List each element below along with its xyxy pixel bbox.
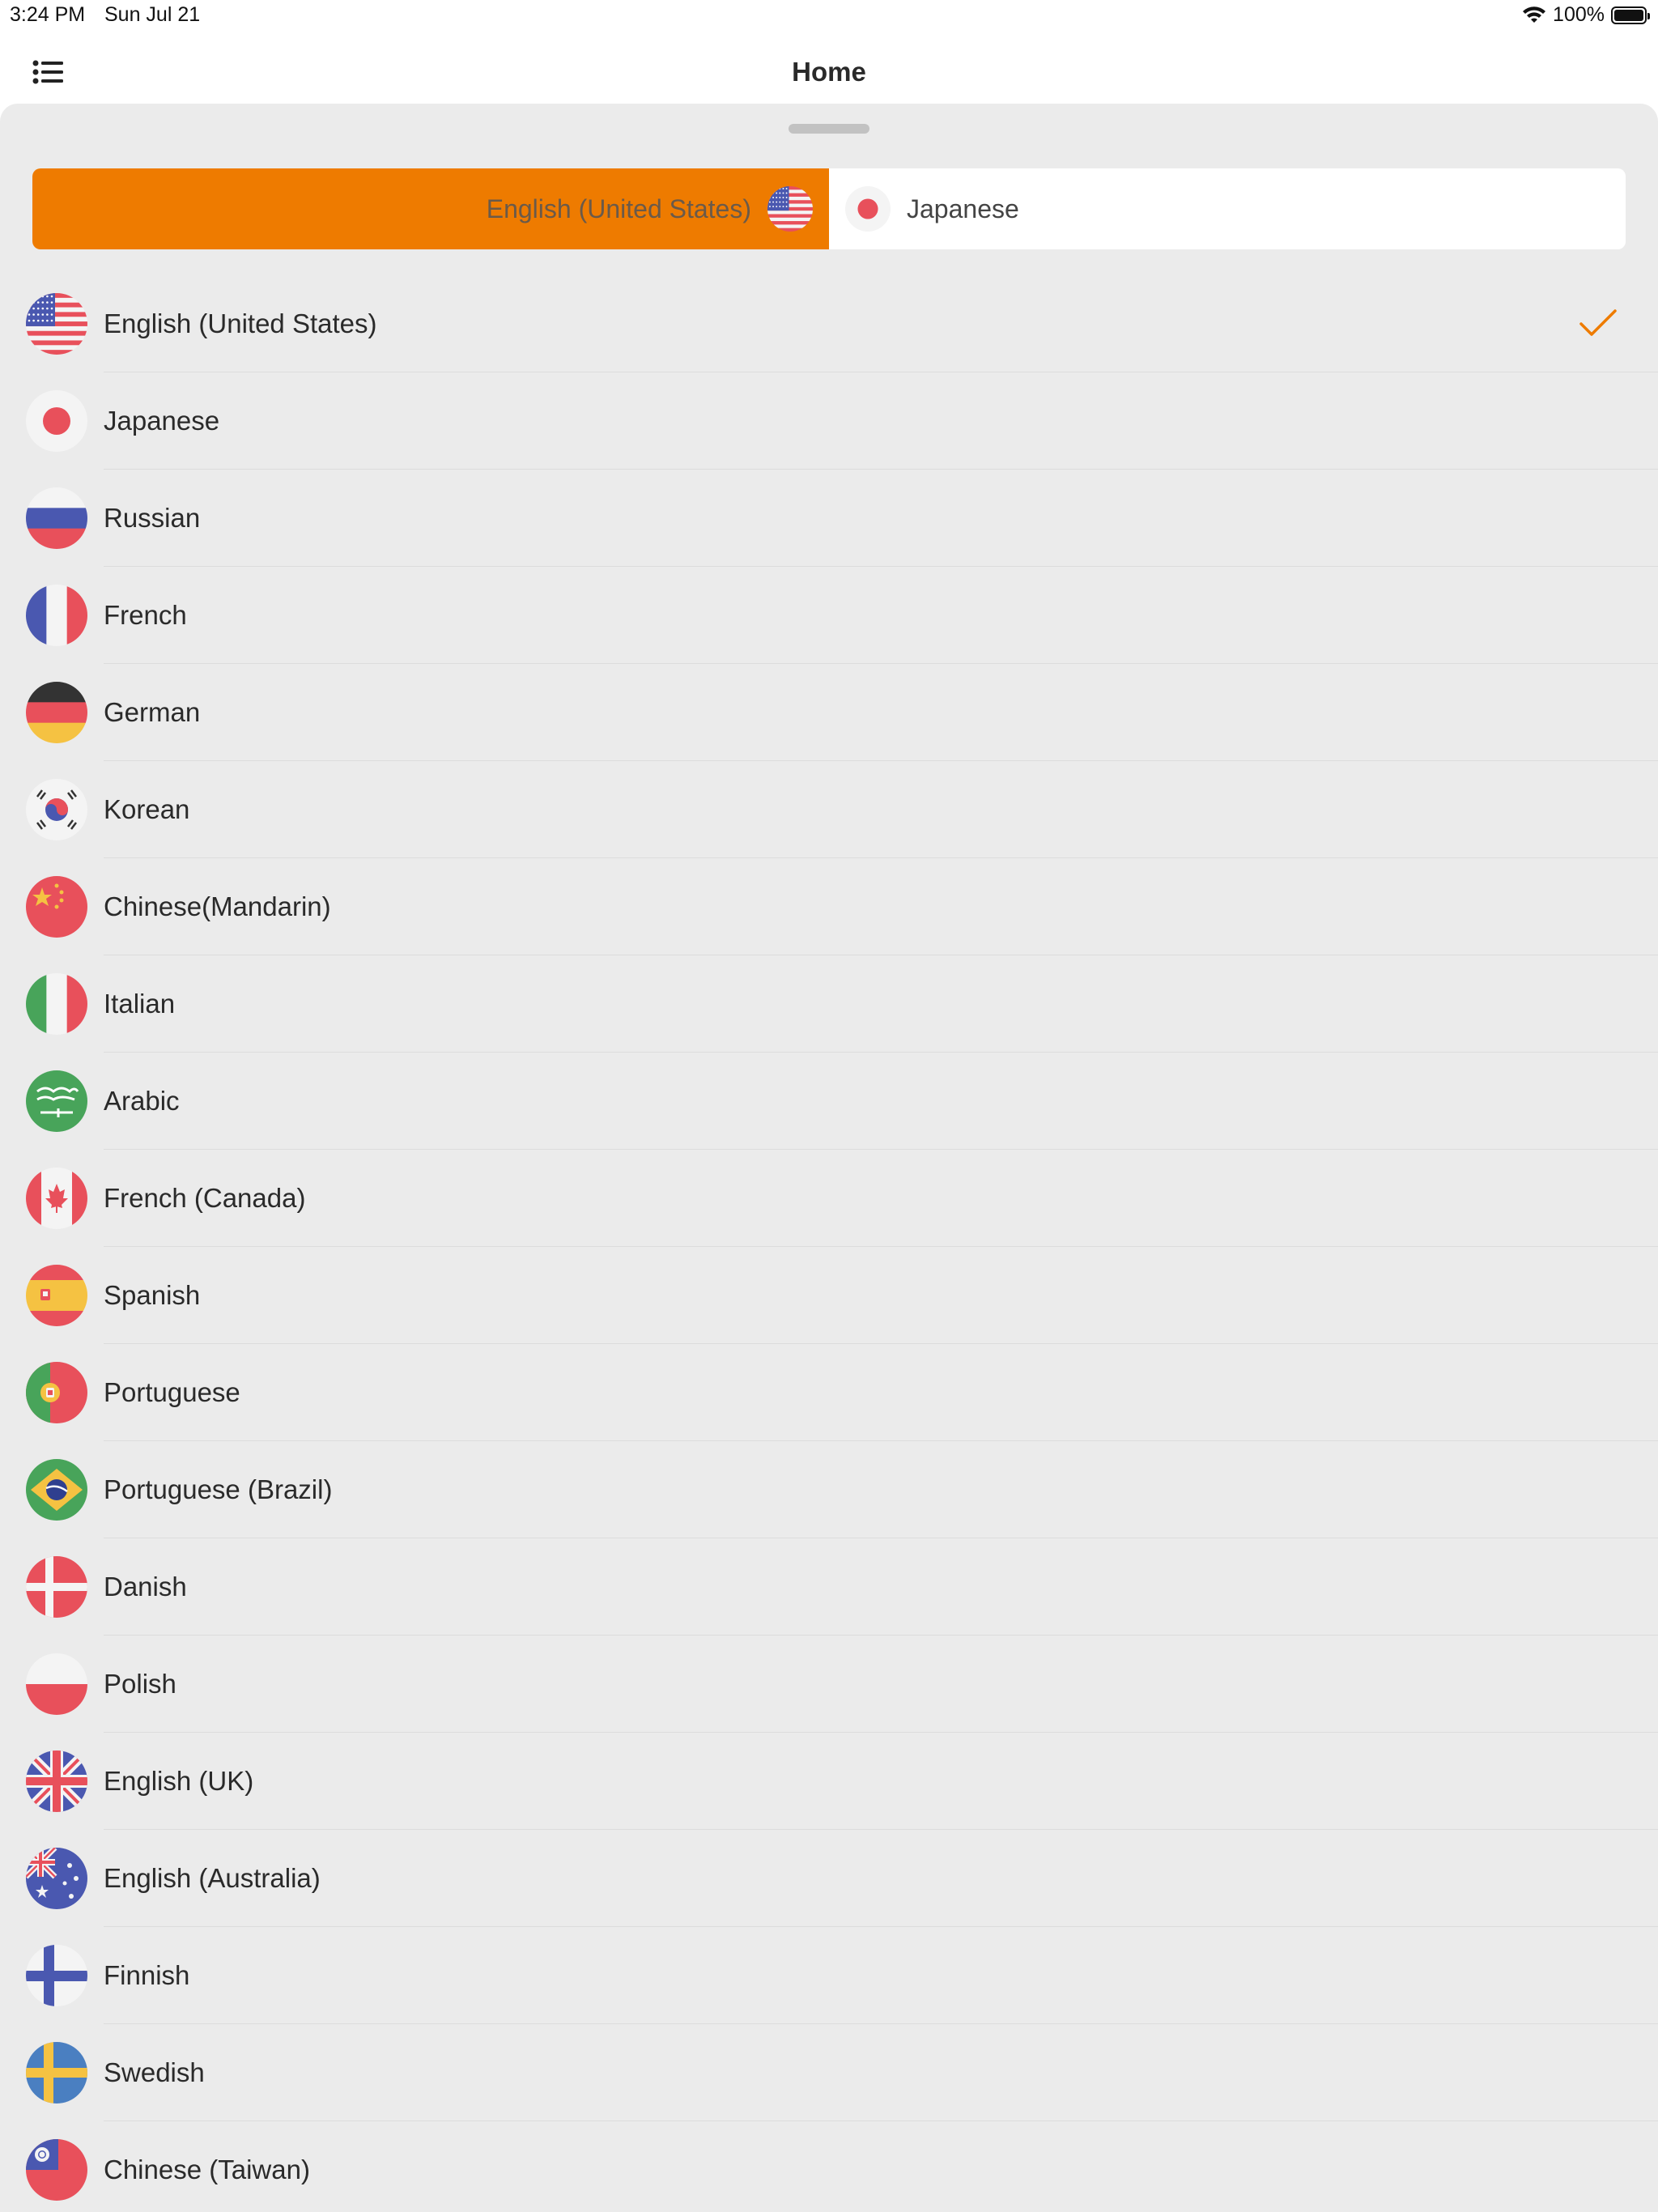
au-flag-icon [26,1848,87,1909]
language-label: Finnish [104,1960,190,1990]
gb-flag-icon [26,1750,87,1812]
status-date: Sun Jul 21 [104,3,201,26]
language-row[interactable]: English (United States) [0,275,1658,372]
target-language-label: Japanese [907,194,1019,223]
wifi-icon [1523,6,1546,23]
language-label: English (United States) [104,308,377,338]
language-row[interactable]: Polish [0,1636,1658,1733]
sa-flag-icon [26,1070,87,1132]
language-row[interactable]: Spanish [0,1247,1658,1344]
it-flag-icon [26,973,87,1035]
kr-flag-icon [26,779,87,840]
ru-flag-icon [26,487,87,549]
language-label: Russian [104,503,201,533]
de-flag-icon [26,682,87,743]
language-label: Italian [104,989,176,1019]
fi-flag-icon [26,1945,87,2006]
language-label: German [104,697,201,727]
language-label: French (Canada) [104,1183,306,1213]
page-title: Home [792,57,866,87]
language-row[interactable]: German [0,664,1658,761]
language-row[interactable]: Finnish [0,1927,1658,2024]
language-row[interactable]: English (Australia) [0,1830,1658,1927]
cn-flag-icon [26,876,87,938]
language-row[interactable]: French [0,567,1658,664]
language-row[interactable]: Japanese [0,372,1658,470]
dk-flag-icon [26,1556,87,1618]
language-label: Arabic [104,1086,180,1116]
language-row[interactable]: Arabic [0,1053,1658,1150]
se-flag-icon [26,2042,87,2104]
us-flag-icon [767,186,813,232]
language-row[interactable]: Danish [0,1538,1658,1636]
language-label: Danish [104,1572,187,1602]
status-time: 3:24 PM [10,3,86,26]
language-label: English (UK) [104,1766,254,1796]
checkmark-icon [1579,308,1618,340]
language-label: Swedish [104,2057,205,2087]
language-sheet: English (United States) Japanese English… [0,104,1658,2212]
jp-flag-icon [845,186,891,232]
language-label: Korean [104,794,190,824]
language-label: Portuguese (Brazil) [104,1474,333,1504]
language-label: Spanish [104,1280,201,1310]
source-language-segment[interactable]: English (United States) [32,168,829,249]
language-row[interactable]: Portuguese [0,1344,1658,1441]
language-row[interactable]: Chinese (Taiwan) [0,2121,1658,2212]
tw-flag-icon [26,2139,87,2201]
pt-flag-icon [26,1362,87,1423]
language-list: English (United States) Japanese Russian Fr… [0,275,1658,2212]
target-language-segment[interactable]: Japanese [829,168,1626,249]
pl-flag-icon [26,1653,87,1715]
jp-flag-icon [26,390,87,452]
language-label: English (Australia) [104,1863,321,1893]
language-row[interactable]: English (UK) [0,1733,1658,1830]
language-label: Chinese (Taiwan) [104,2155,310,2184]
ca-flag-icon [26,1168,87,1229]
language-label: Chinese(Mandarin) [104,891,331,921]
battery-percent: 100% [1553,3,1605,26]
language-row[interactable]: Italian [0,955,1658,1053]
br-flag-icon [26,1459,87,1521]
fr-flag-icon [26,585,87,646]
language-row[interactable]: Portuguese (Brazil) [0,1441,1658,1538]
language-label: Japanese [104,406,220,436]
language-label: Portuguese [104,1377,240,1407]
language-label: French [104,600,187,630]
language-row[interactable]: French (Canada) [0,1150,1658,1247]
sheet-grabber[interactable] [789,124,869,134]
language-row[interactable]: Chinese(Mandarin) [0,858,1658,955]
source-language-label: English (United States) [486,194,751,223]
language-row[interactable]: Swedish [0,2024,1658,2121]
language-row[interactable]: Russian [0,470,1658,567]
us-flag-icon [26,293,87,355]
status-bar: 3:24 PM Sun Jul 21 100% [0,0,1658,36]
status-indicators: 100% [1522,3,1650,27]
battery-icon [1611,6,1650,24]
nav-bar: Home [0,36,1658,104]
language-row[interactable]: Korean [0,761,1658,858]
language-pair-selector: English (United States) Japanese [32,168,1626,249]
es-flag-icon [26,1265,87,1326]
language-label: Polish [104,1669,176,1699]
